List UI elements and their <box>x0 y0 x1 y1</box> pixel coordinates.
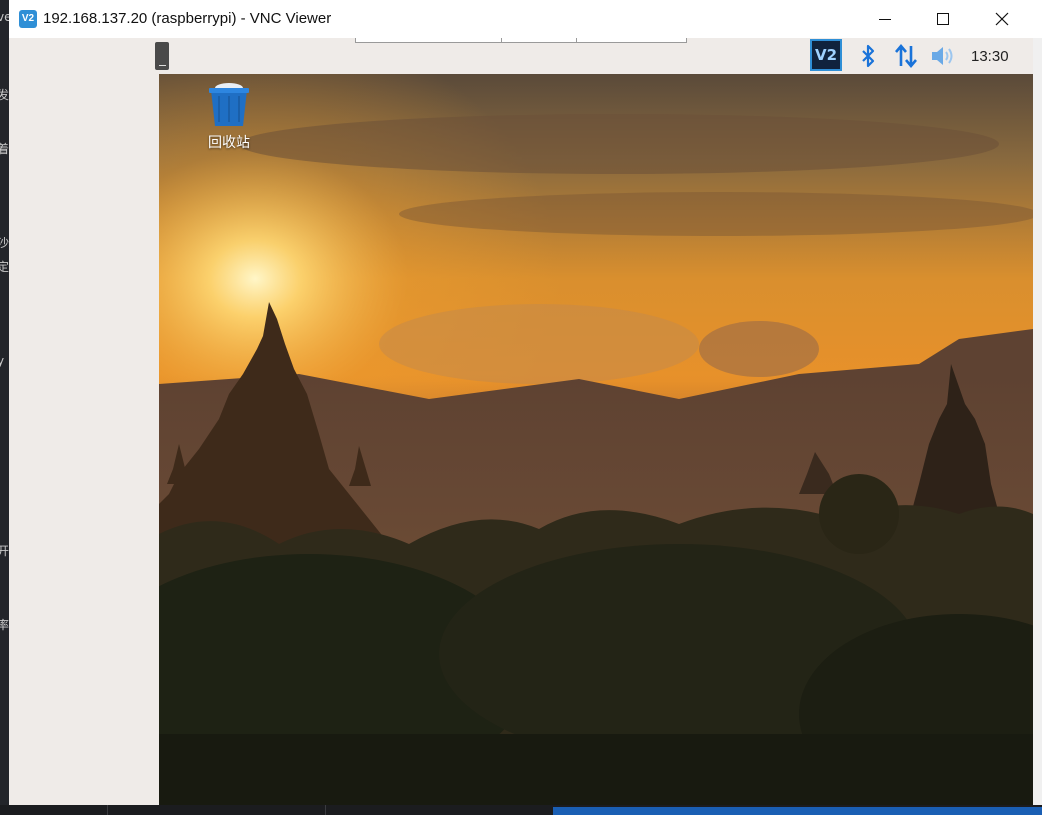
window-title: 192.168.137.20 (raspberrypi) - VNC Viewe… <box>43 10 332 27</box>
maximize-button[interactable] <box>920 0 966 38</box>
panel-clock[interactable]: 13:30 <box>971 48 1009 65</box>
host-text-fragment: 着 <box>0 142 9 156</box>
host-text-fragment: 开 <box>0 544 9 558</box>
vnc-viewer-window: V2 192.168.137.20 (raspberrypi) - VNC Vi… <box>9 0 1042 805</box>
host-text-fragment: 发 <box>0 88 9 102</box>
trash-bin-icon <box>209 83 249 126</box>
host-taskbar-divider <box>325 805 326 815</box>
host-text-fragment: y <box>0 354 5 368</box>
remote-desktop[interactable]: V2 13:30 回收站 <box>9 38 1033 805</box>
trash-label: 回收站 <box>208 135 250 151</box>
close-icon <box>995 12 1009 26</box>
maximize-icon <box>937 13 949 25</box>
host-taskbar-divider <box>107 805 108 815</box>
window-titlebar[interactable]: V2 192.168.137.20 (raspberrypi) - VNC Vi… <box>9 0 1042 38</box>
host-desktop-edge: ve 发 着 沙 定 y 开 率 <box>0 0 9 815</box>
minimize-button[interactable] <box>862 0 908 38</box>
remote-left-area <box>9 74 159 805</box>
close-button[interactable] <box>979 0 1025 38</box>
network-transfer-icon[interactable] <box>892 42 920 70</box>
vnc-server-tray-icon[interactable]: V2 <box>810 39 842 71</box>
host-text-fragment: 率 <box>0 618 9 632</box>
trash-desktop-item[interactable]: 回收站 <box>189 80 269 152</box>
volume-icon[interactable] <box>929 42 957 70</box>
vnc-toolbar-handle[interactable] <box>355 38 687 43</box>
toolbar-divider <box>501 38 502 42</box>
terminal-launcher-icon[interactable] <box>155 42 169 70</box>
host-taskbar <box>0 805 1042 815</box>
vnc-app-icon: V2 <box>19 10 37 28</box>
host-taskbar-highlight <box>553 807 1042 815</box>
host-text-fragment: ve <box>0 10 9 24</box>
host-text-fragment: 沙 <box>0 236 9 250</box>
wallpaper-image <box>159 74 1033 805</box>
minimize-icon <box>879 18 891 20</box>
desktop-wallpaper[interactable]: 回收站 <box>159 74 1033 805</box>
toolbar-divider <box>576 38 577 42</box>
host-text-fragment: 定 <box>0 260 9 274</box>
bluetooth-icon[interactable] <box>854 42 882 70</box>
